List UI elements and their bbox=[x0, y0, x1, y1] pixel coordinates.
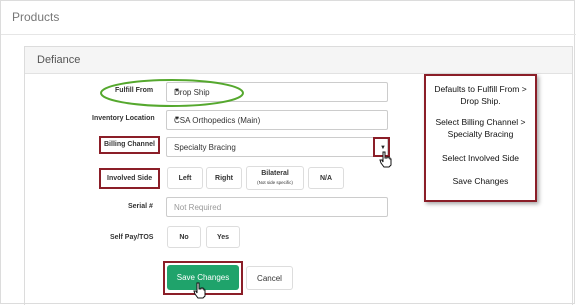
billing-channel-label: Billing Channel bbox=[104, 141, 155, 148]
instruction-step-4: Save Changes bbox=[452, 176, 509, 186]
save-changes-label: Save Changes bbox=[176, 273, 230, 282]
self-pay-no-button[interactable]: No bbox=[167, 226, 201, 248]
serial-placeholder: Not Required bbox=[174, 203, 222, 212]
side-right-button[interactable]: Right bbox=[206, 167, 242, 189]
side-left-button[interactable]: Left bbox=[167, 167, 203, 189]
side-bilateral-label: Bilateral bbox=[261, 170, 289, 177]
fulfill-from-highlight bbox=[100, 79, 244, 107]
side-na-label: N/A bbox=[319, 175, 333, 182]
inventory-location-select[interactable]: CSA Orthopedics (Main) ▼ bbox=[166, 110, 388, 130]
instruction-step-2: Select Billing Channel > Specialty Braci… bbox=[435, 117, 526, 139]
defiance-title: Defiance bbox=[37, 54, 81, 66]
billing-channel-select[interactable]: Specialty Bracing bbox=[166, 137, 388, 157]
cancel-button[interactable]: Cancel bbox=[246, 266, 293, 290]
hand-pointer-icon bbox=[379, 151, 392, 168]
side-left-label: Left bbox=[178, 175, 192, 182]
billing-channel-value: Specialty Bracing bbox=[174, 143, 236, 152]
instruction-step-1: Defaults to Fulfill From > Drop Ship. bbox=[434, 84, 527, 106]
caret-down-icon: ▼ bbox=[174, 116, 180, 122]
side-na-button[interactable]: N/A bbox=[308, 167, 344, 189]
self-pay-no-label: No bbox=[179, 234, 189, 241]
self-pay-yes-label: Yes bbox=[216, 234, 230, 241]
products-header: Products bbox=[1, 1, 576, 35]
products-title: Products bbox=[12, 10, 60, 24]
serial-label: Serial # bbox=[128, 203, 153, 210]
involved-side-label: Involved Side bbox=[107, 175, 153, 182]
side-right-label: Right bbox=[215, 175, 233, 182]
serial-input[interactable]: Not Required bbox=[166, 197, 388, 217]
instructions-callout: Defaults to Fulfill From > Drop Ship. Se… bbox=[424, 74, 537, 202]
hand-pointer-icon bbox=[193, 282, 206, 299]
self-pay-label: Self Pay/TOS bbox=[110, 234, 154, 241]
inventory-location-label: Inventory Location bbox=[92, 115, 155, 122]
instruction-step-3: Select Involved Side bbox=[441, 153, 520, 163]
side-bilateral-button[interactable]: Bilateral (Not side specific) bbox=[246, 166, 304, 190]
side-bilateral-sublabel: (Not side specific) bbox=[257, 180, 293, 185]
cancel-label: Cancel bbox=[257, 274, 282, 283]
defiance-panel-header: Defiance bbox=[25, 47, 572, 74]
self-pay-yes-button[interactable]: Yes bbox=[206, 226, 240, 248]
